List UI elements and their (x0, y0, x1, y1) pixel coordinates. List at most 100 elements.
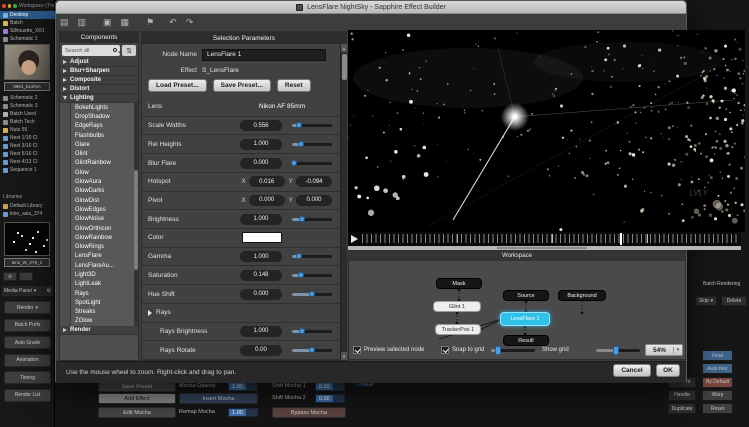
save-preset-button[interactable]: Save Preset... (213, 79, 271, 92)
tree-item-nuts-55[interactable]: Nuts 55 (0, 126, 55, 134)
value-slider[interactable]: 0.00 (315, 394, 345, 403)
wrench-tab[interactable]: ⚙ (3, 272, 17, 281)
component-gloworthicon[interactable]: GlowOrthicon (71, 224, 138, 233)
y-value-field[interactable]: 0.000 (296, 195, 332, 206)
reset-button[interactable]: Reset (277, 79, 311, 92)
slider-handle[interactable] (613, 346, 619, 355)
tree-item-next-4-13-cl[interactable]: Next 4/13 Cl (0, 158, 55, 166)
y-value-field[interactable]: -0.094 (296, 176, 332, 187)
node-graph[interactable]: MaskGlint 1TrackerPos 1SourceLensFlare 1… (349, 261, 687, 341)
empty-tab[interactable] (19, 272, 33, 281)
component-glowedges[interactable]: GlowEdges (71, 205, 138, 214)
param-slider[interactable] (292, 349, 332, 352)
slider-handle[interactable] (299, 216, 305, 222)
cancel-button[interactable]: Cancel (613, 364, 651, 377)
minimize-window-icon[interactable] (8, 4, 12, 8)
component-streaks[interactable]: Streaks (71, 308, 138, 317)
param-slider[interactable] (292, 255, 332, 258)
button-bypass-mocha[interactable]: Bypass Mocha (272, 407, 346, 418)
component-glare[interactable]: Glare (71, 140, 138, 149)
zoom-window-icon[interactable] (13, 4, 17, 8)
load-preset-button[interactable]: Load Preset... (148, 79, 207, 92)
param-slider[interactable] (292, 162, 332, 165)
button-by-default[interactable]: By Default (702, 377, 733, 388)
graph-node-trackerpos-1[interactable]: TrackerPos 1 (435, 324, 481, 335)
component-lensflare[interactable]: LensFlare (71, 252, 138, 261)
scrollbar-thumb[interactable] (134, 170, 138, 270)
component-light3d[interactable]: Light3D (71, 270, 138, 279)
timeline-scrubber[interactable] (348, 232, 741, 246)
param-slider[interactable] (292, 330, 332, 333)
ok-button[interactable]: OK (656, 364, 680, 377)
playhead[interactable] (620, 233, 622, 245)
component-glowrings[interactable]: GlowRings (71, 242, 138, 251)
dialog-titlebar[interactable]: LensFlare NightSky - Sapphire Effect Bui… (56, 1, 686, 14)
button-insert-mocha[interactable]: Insert Mocha (179, 393, 258, 404)
scrollbar-thumb[interactable] (497, 247, 587, 249)
tree-item-schematic-2[interactable]: Schematic 2 (0, 94, 55, 102)
left-button-render[interactable]: Render▾ (4, 301, 51, 314)
preview-viewport[interactable]: LVLY (348, 30, 745, 232)
component-dropshadow[interactable]: DropShadow (71, 112, 138, 121)
param-slider[interactable] (292, 143, 332, 146)
scroll-down-icon[interactable]: ▼ (341, 352, 347, 360)
x-value-field[interactable]: 0.000 (249, 195, 285, 206)
value-field[interactable]: 0.00 (240, 345, 282, 356)
tree-item-batch-used[interactable]: Batch Used (0, 110, 55, 118)
slider-handle[interactable] (296, 122, 302, 128)
component-glowdist[interactable]: GlowDist (71, 196, 138, 205)
node-name-input[interactable]: LensFlare 1 (202, 49, 326, 61)
component-bokehlights[interactable]: BokehLights (71, 103, 138, 112)
parameters-scrollbar[interactable]: ▲ ▼ (340, 44, 346, 360)
media-panel-row[interactable]: Media Panel ▾ ⚙ (2, 286, 53, 296)
save-as-icon[interactable]: ▦ (121, 18, 130, 27)
grid-size-slider[interactable] (491, 349, 535, 352)
component-glintrainbow[interactable]: GlintRainbow (71, 159, 138, 168)
button-delete[interactable]: Delete (721, 296, 747, 306)
param-slider[interactable] (292, 124, 332, 127)
component-zglow[interactable]: ZGlow (71, 317, 138, 326)
zoom-level-dropdown[interactable]: 54% ▾ (645, 344, 683, 356)
scroll-up-icon[interactable]: ▲ (341, 44, 347, 52)
slider-handle[interactable] (291, 160, 297, 166)
category-distort[interactable]: Distort (60, 85, 138, 94)
tree-item-desktop[interactable]: Desktop (0, 11, 55, 19)
value-field[interactable]: 0.556 (240, 120, 282, 131)
button-handle[interactable]: Handle (668, 390, 696, 401)
param-slider[interactable] (292, 293, 332, 296)
graph-node-lensflare-1[interactable]: LensFlare 1 (500, 312, 550, 326)
value-field[interactable]: 1.000 (240, 251, 282, 262)
clip-thumbnail-portrait[interactable] (4, 44, 50, 80)
value-field[interactable]: 0.000 (240, 158, 282, 169)
tree-item-sequence-1[interactable]: Sequence 1 (0, 166, 55, 174)
button-warp[interactable]: Warp (702, 390, 733, 401)
param-slider[interactable] (292, 274, 332, 277)
category-blur-sharpen[interactable]: Blur+Sharpen (60, 67, 138, 76)
slider-handle[interactable] (298, 272, 304, 278)
button-edit-mocha[interactable]: Edit Mocha (98, 407, 176, 418)
button-duplicate[interactable]: Duplicate (668, 403, 696, 414)
slider-handle[interactable] (309, 347, 315, 353)
category-render[interactable]: Render (60, 326, 138, 335)
tree-item-next-5-16-cl[interactable]: Next 5/16 Cl (0, 150, 55, 158)
param-slider[interactable] (292, 218, 332, 221)
tree-item-next-1-10-cl[interactable]: Next 1/10 Cl (0, 134, 55, 142)
preview-selected-node-checkbox[interactable] (353, 346, 361, 354)
tree-item-default-library[interactable]: Default Library (0, 202, 55, 210)
value-field[interactable]: 1.000 (240, 326, 282, 337)
left-button-render-list[interactable]: Render List (4, 389, 51, 402)
component-glint[interactable]: Glint (71, 149, 138, 158)
lens-value[interactable]: Nikon AF 85mm (236, 103, 328, 110)
close-window-icon[interactable] (2, 4, 6, 8)
button-final[interactable]: Final (702, 350, 733, 361)
value-field[interactable]: 0.000 (240, 289, 282, 300)
scrollbar-thumb[interactable] (342, 54, 347, 80)
graph-node-glint-1[interactable]: Glint 1 (433, 301, 481, 312)
tree-item-next-3-16-cl[interactable]: Next 3/16 Cl (0, 142, 55, 150)
clip-thumbnail-city[interactable] (4, 222, 50, 256)
value-slider[interactable]: 1.00 (228, 408, 258, 417)
graph-node-mask[interactable]: Mask (436, 278, 482, 289)
component-lensflareau[interactable]: LensFlareAu... (71, 261, 138, 270)
value-slider[interactable]: 0.00 (315, 382, 345, 391)
new-icon[interactable]: ▤ (60, 18, 69, 27)
